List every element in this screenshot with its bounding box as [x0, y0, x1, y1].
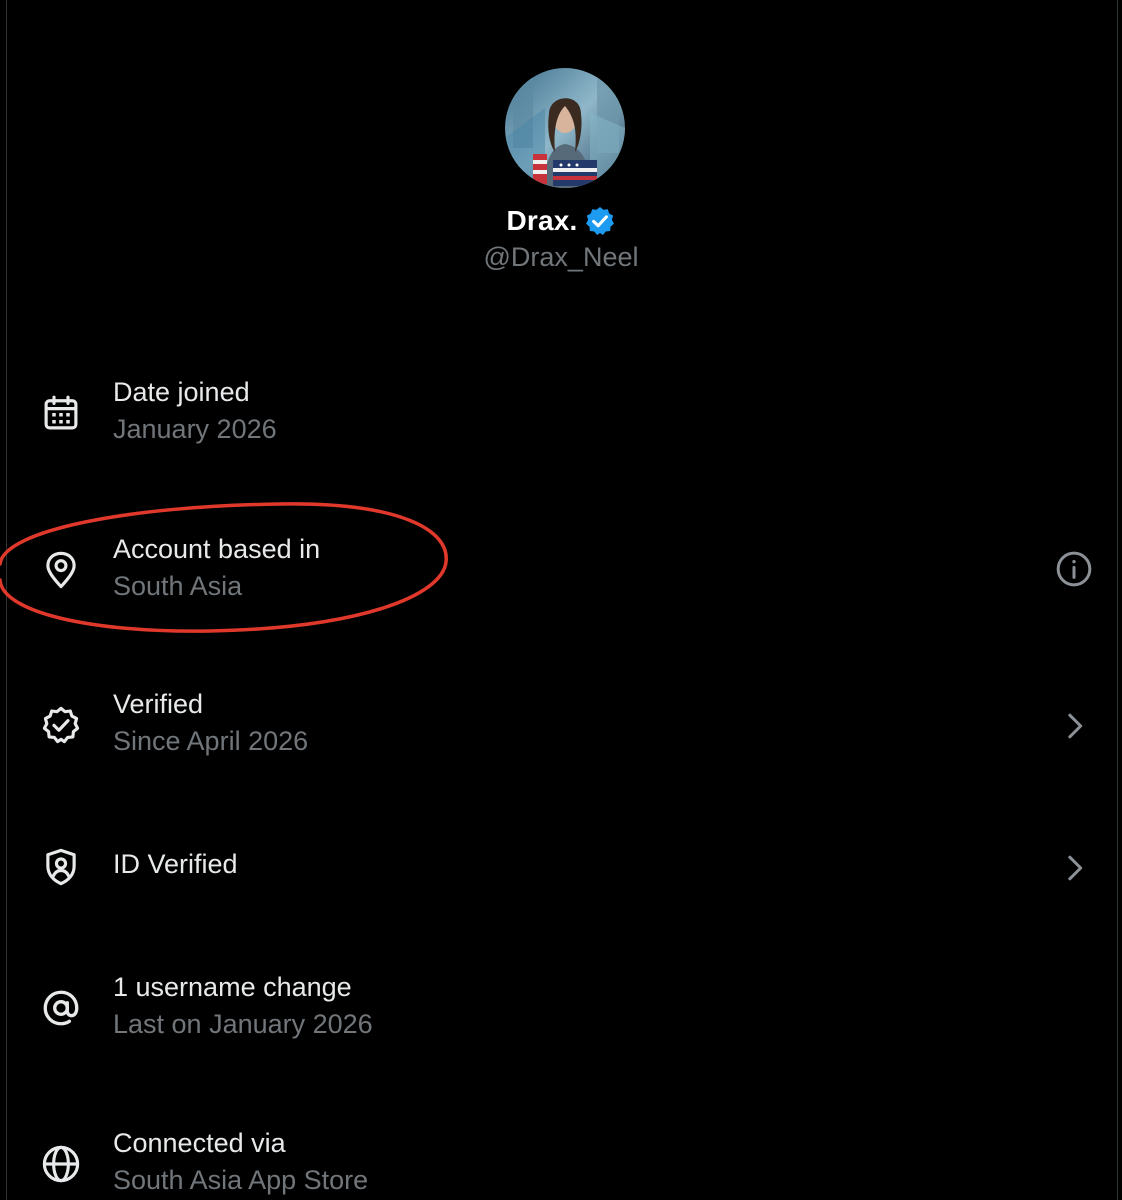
- profile-photo: [505, 68, 625, 188]
- detail-subtitle: Last on January 2026: [113, 1009, 373, 1039]
- detail-row-connected-via: Connected via South Asia App Store: [0, 1123, 1110, 1200]
- verified-badge-icon: [585, 207, 614, 235]
- detail-title: ID Verified: [113, 849, 238, 879]
- detail-subtitle: Since April 2026: [113, 726, 309, 756]
- profile-handle: @Drax_Neel: [483, 242, 639, 272]
- detail-title: Date joined: [113, 377, 250, 407]
- verified-outline-icon: [40, 704, 82, 746]
- detail-title: Connected via: [113, 1128, 286, 1158]
- calendar-icon: [40, 392, 82, 434]
- chevron-right-icon[interactable]: [1054, 706, 1094, 746]
- detail-subtitle: South Asia App Store: [113, 1165, 369, 1195]
- chevron-right-icon[interactable]: [1054, 848, 1094, 888]
- detail-title: 1 username change: [113, 972, 352, 1002]
- at-sign-icon: [40, 987, 82, 1029]
- location-pin-icon: [40, 549, 82, 591]
- detail-row-username-change: 1 username change Last on January 2026: [0, 967, 1110, 1047]
- detail-row-account-based-in: Account based in South Asia: [0, 527, 1110, 607]
- detail-subtitle: January 2026: [113, 414, 277, 444]
- info-icon[interactable]: [1054, 549, 1094, 589]
- detail-title: Account based in: [113, 534, 321, 564]
- detail-subtitle: South Asia: [113, 571, 243, 601]
- avatar[interactable]: [505, 68, 625, 188]
- display-name: Drax.: [506, 205, 578, 236]
- detail-title: Verified: [113, 689, 204, 719]
- profile-header: Drax. @Drax_Neel: [0, 0, 1122, 300]
- detail-row-date-joined: Date joined January 2026: [0, 370, 1110, 450]
- detail-row-verified[interactable]: Verified Since April 2026: [0, 684, 1110, 764]
- shield-person-icon: [40, 846, 82, 888]
- globe-icon: [40, 1143, 82, 1185]
- detail-row-id-verified[interactable]: ID Verified: [0, 826, 1110, 906]
